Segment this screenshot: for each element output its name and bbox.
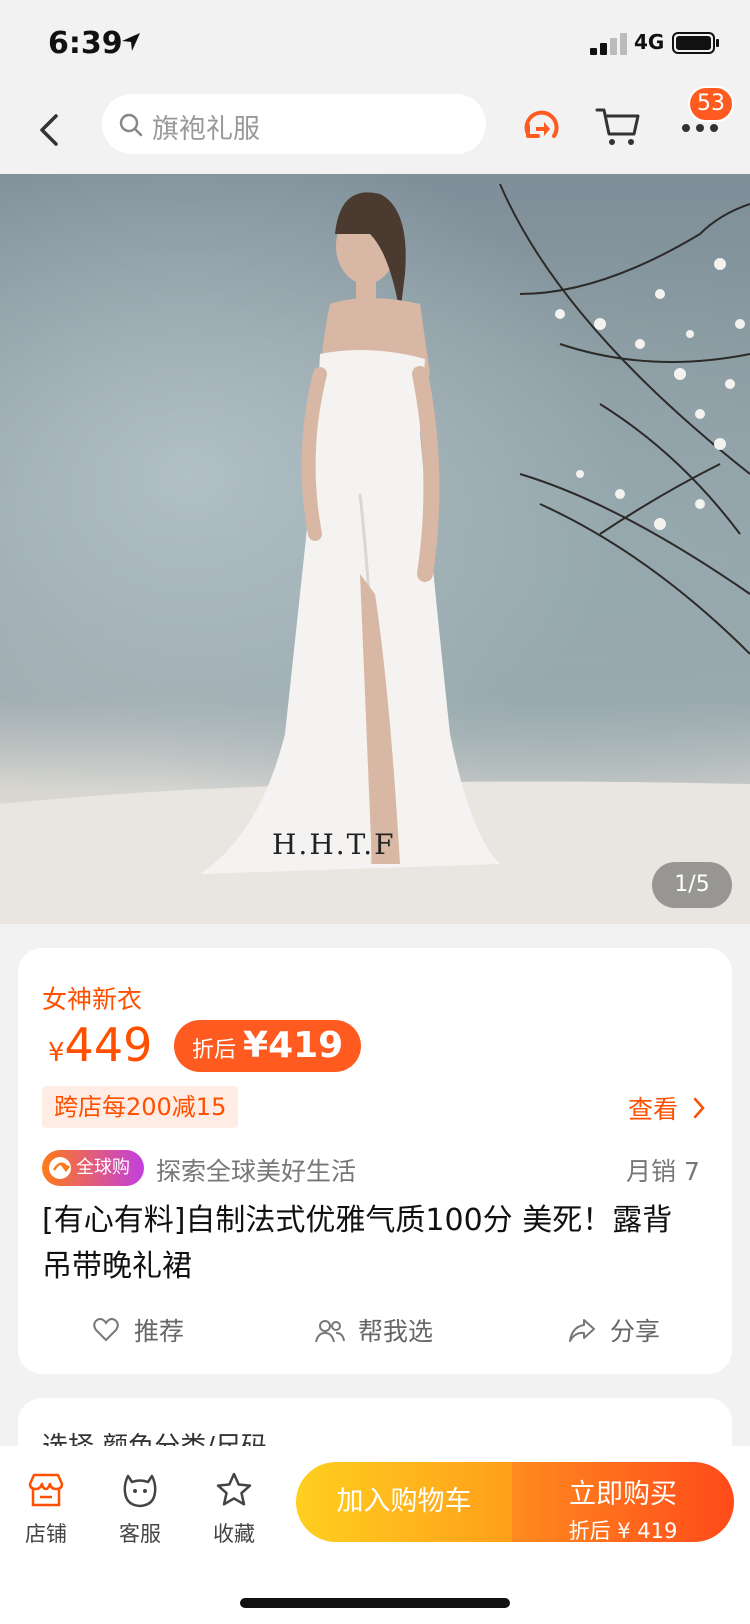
image-counter: 1/5 bbox=[652, 862, 732, 908]
price: ¥449 bbox=[48, 1018, 152, 1072]
product-photo-illustration bbox=[0, 183, 750, 924]
after-discount-label: 折后 bbox=[192, 1038, 237, 1063]
refresh-share-icon[interactable] bbox=[518, 104, 564, 150]
after-discount-price: ¥419 bbox=[243, 1025, 344, 1066]
store-icon bbox=[28, 1473, 64, 1507]
star-icon bbox=[216, 1472, 252, 1506]
global-purchase-logo-icon bbox=[49, 1157, 71, 1179]
global-slogan: 探索全球美好生活 bbox=[156, 1157, 357, 1186]
search-icon bbox=[119, 113, 143, 137]
search-placeholder: 旗袍礼服 bbox=[152, 114, 260, 145]
add-to-cart-button[interactable]: 加入购物车 bbox=[296, 1462, 512, 1542]
after-discount-pill: 折后 ¥419 bbox=[174, 1020, 362, 1072]
status-time: 6:39 bbox=[48, 26, 123, 61]
view-coupon-link[interactable]: 查看 bbox=[628, 1090, 678, 1126]
shopping-cart-icon[interactable] bbox=[594, 104, 642, 150]
coupon-badge[interactable]: 跨店每200减15 bbox=[42, 1086, 239, 1128]
price-value: 449 bbox=[64, 1018, 153, 1072]
battery-icon bbox=[672, 32, 719, 54]
tab-store[interactable]: 店铺 bbox=[11, 1518, 81, 1548]
buy-now-label: 立即购买 bbox=[569, 1479, 677, 1510]
monthly-sales: 月销 7 bbox=[626, 1157, 700, 1186]
currency-symbol: ¥ bbox=[48, 1038, 65, 1068]
customer-service-icon bbox=[123, 1474, 157, 1508]
notification-badge: 53 bbox=[688, 86, 734, 122]
heart-icon bbox=[93, 1318, 119, 1342]
buy-now-button[interactable]: 立即购买 折后 ¥ 419 bbox=[512, 1462, 734, 1543]
product-title: [有心有料]自制法式优雅气质100分 美死！露背吊带晚礼裙 bbox=[42, 1203, 673, 1284]
network-type: 4G bbox=[634, 30, 665, 54]
help-choose-button[interactable]: 帮我选 bbox=[358, 1312, 433, 1348]
promo-tag: 女神新衣 bbox=[42, 985, 143, 1014]
tab-customer-service[interactable]: 客服 bbox=[105, 1518, 175, 1548]
share-button[interactable]: 分享 bbox=[610, 1312, 660, 1348]
back-arrow-icon[interactable] bbox=[34, 108, 64, 152]
tab-favorite[interactable]: 收藏 bbox=[199, 1518, 269, 1548]
recommend-button[interactable]: 推荐 bbox=[134, 1312, 184, 1348]
location-arrow-icon bbox=[122, 33, 140, 51]
share-arrow-icon bbox=[569, 1319, 595, 1342]
image-watermark: H.H.T.F bbox=[272, 828, 396, 861]
people-icon bbox=[315, 1320, 345, 1343]
home-indicator[interactable] bbox=[240, 1598, 510, 1608]
more-options-icon[interactable] bbox=[680, 122, 720, 134]
cellular-signal-icon bbox=[590, 33, 627, 55]
buy-now-sub-price: 折后 ¥ 419 bbox=[568, 1519, 678, 1543]
product-image[interactable] bbox=[0, 174, 750, 924]
chevron-right-icon bbox=[693, 1097, 705, 1119]
